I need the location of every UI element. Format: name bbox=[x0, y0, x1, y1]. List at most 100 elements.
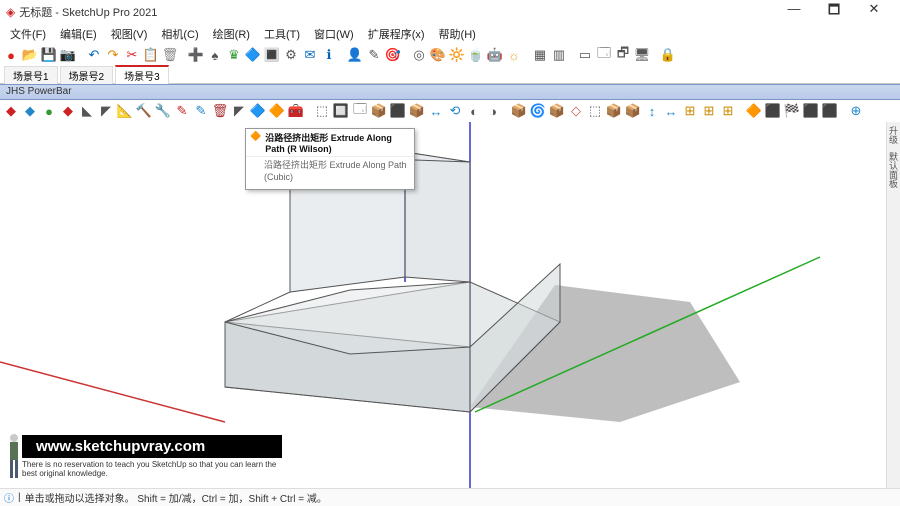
powerbar-button[interactable]: 🗔 bbox=[351, 102, 369, 120]
menu-ext[interactable]: 扩展程序(x) bbox=[362, 25, 431, 43]
toolbar-button[interactable]: 📂 bbox=[21, 46, 39, 64]
toolbar-button[interactable]: ▭ bbox=[576, 46, 594, 64]
toolbar-button[interactable]: ➕ bbox=[187, 46, 205, 64]
toolbar-button[interactable]: 🍵 bbox=[467, 46, 485, 64]
toolbar-button[interactable]: 🎨 bbox=[429, 46, 447, 64]
menu-file[interactable]: 文件(F) bbox=[4, 25, 52, 43]
toolbar-button[interactable]: ↷ bbox=[104, 46, 122, 64]
powerbar-button[interactable]: 🔲 bbox=[332, 102, 350, 120]
powerbar-button[interactable]: ◑ bbox=[484, 102, 502, 120]
powerbar-button[interactable]: 📐 bbox=[116, 102, 134, 120]
scene-tab-3[interactable]: 场景号3 bbox=[115, 65, 169, 84]
toolbar-button[interactable]: 👤 bbox=[346, 46, 364, 64]
watermark-sub: There is no reservation to teach you Ske… bbox=[22, 460, 282, 478]
powerbar-button[interactable]: ⬛ bbox=[802, 102, 820, 120]
powerbar-button[interactable]: ⬚ bbox=[586, 102, 604, 120]
powerbar-button[interactable]: ⬛ bbox=[764, 102, 782, 120]
toolbar-button[interactable]: 📋 bbox=[142, 46, 160, 64]
close-button[interactable]: ✕ bbox=[854, 1, 894, 23]
menu-view[interactable]: 视图(V) bbox=[105, 25, 154, 43]
toolbar-button[interactable]: 📷 bbox=[59, 46, 77, 64]
powerbar-button[interactable]: ✎ bbox=[192, 102, 210, 120]
toolbar-button[interactable]: 🗗 bbox=[614, 46, 632, 64]
powerbar-button[interactable]: 🏁 bbox=[783, 102, 801, 120]
powerbar-button[interactable]: 📦 bbox=[510, 102, 528, 120]
powerbar-button[interactable]: ◆ bbox=[21, 102, 39, 120]
powerbar-button[interactable]: ◐ bbox=[465, 102, 483, 120]
powerbar-button[interactable]: ◤ bbox=[230, 102, 248, 120]
menu-help[interactable]: 帮助(H) bbox=[433, 25, 482, 43]
toolbar-button[interactable]: ▦ bbox=[531, 46, 549, 64]
powerbar-button[interactable]: 🗑 bbox=[211, 102, 229, 120]
powerbar-button[interactable]: ⬛ bbox=[389, 102, 407, 120]
toolbar-button[interactable]: ⚙ bbox=[282, 46, 300, 64]
maximize-button[interactable]: 🗖 bbox=[814, 1, 854, 23]
powerbar-button[interactable]: ◣ bbox=[78, 102, 96, 120]
toolbar-button[interactable]: ☼ bbox=[505, 46, 523, 64]
powerbar-button[interactable]: ◆ bbox=[59, 102, 77, 120]
menu-bar: 文件(F) 编辑(E) 视图(V) 相机(C) 绘图(R) 工具(T) 窗口(W… bbox=[0, 24, 900, 44]
powerbar-button[interactable]: ⊞ bbox=[681, 102, 699, 120]
toolbar-button[interactable]: 💾 bbox=[40, 46, 58, 64]
toolbar-button[interactable]: ● bbox=[2, 46, 20, 64]
scene-tab-2[interactable]: 场景号2 bbox=[60, 66, 114, 84]
powerbar-button[interactable]: 🔧 bbox=[154, 102, 172, 120]
title-bar: ◈ 无标题 - SketchUp Pro 2021 — 🗖 ✕ bbox=[0, 0, 900, 24]
powerbar-button[interactable]: 🔨 bbox=[135, 102, 153, 120]
toolbar-button[interactable]: ◎ bbox=[410, 46, 428, 64]
powerbar-button[interactable]: ◇ bbox=[567, 102, 585, 120]
toolbar-button[interactable]: 🤖 bbox=[486, 46, 504, 64]
powerbar-button[interactable]: ↔ bbox=[662, 102, 680, 120]
minimize-button[interactable]: — bbox=[774, 1, 814, 23]
powerbar-button[interactable]: ↔ bbox=[427, 102, 445, 120]
powerbar-button[interactable]: 📦 bbox=[624, 102, 642, 120]
powerbar-button[interactable]: ⟲ bbox=[446, 102, 464, 120]
powerbar-button[interactable]: 📦 bbox=[408, 102, 426, 120]
menu-draw[interactable]: 绘图(R) bbox=[207, 25, 256, 43]
powerbar-button[interactable]: 🧰 bbox=[287, 102, 305, 120]
powerbar-button[interactable]: 🔷 bbox=[249, 102, 267, 120]
toolbar-button[interactable]: ↶ bbox=[85, 46, 103, 64]
toolbar-button[interactable]: ✂ bbox=[123, 46, 141, 64]
toolbar-button[interactable]: 🖥 bbox=[633, 46, 651, 64]
viewport[interactable]: 🔶 沿路径挤出矩形 Extrude Along Path (R Wilson) … bbox=[0, 122, 886, 488]
powerbar-button[interactable]: ⊕ bbox=[847, 102, 865, 120]
powerbar-button[interactable]: ⬚ bbox=[313, 102, 331, 120]
toolbar-button[interactable]: 🔷 bbox=[244, 46, 262, 64]
toolbar-button[interactable]: 🔳 bbox=[263, 46, 281, 64]
powerbar-button[interactable]: 🔶 bbox=[745, 102, 763, 120]
powerbar-button[interactable]: ◤ bbox=[97, 102, 115, 120]
menu-edit[interactable]: 编辑(E) bbox=[54, 25, 103, 43]
powerbar-button[interactable]: 📦 bbox=[605, 102, 623, 120]
menu-tools[interactable]: 工具(T) bbox=[258, 25, 306, 43]
toolbar-button[interactable]: 🎯 bbox=[384, 46, 402, 64]
menu-camera[interactable]: 相机(C) bbox=[155, 25, 204, 43]
scene-tab-1[interactable]: 场景号1 bbox=[4, 66, 58, 84]
tray-tab-upgrade[interactable]: 升级 bbox=[887, 126, 900, 144]
toolbar-button[interactable]: ▥ bbox=[550, 46, 568, 64]
toolbar-button[interactable]: ✎ bbox=[365, 46, 383, 64]
powerbar-button[interactable]: ● bbox=[40, 102, 58, 120]
toolbar-button[interactable]: ♠ bbox=[206, 46, 224, 64]
powerbar-button[interactable]: ⊞ bbox=[719, 102, 737, 120]
toolbar-button[interactable]: ✉ bbox=[301, 46, 319, 64]
toolbar-button[interactable]: 🗑 bbox=[161, 46, 179, 64]
toolbar-button[interactable]: 🔆 bbox=[448, 46, 466, 64]
powerbar-button[interactable]: ✎ bbox=[173, 102, 191, 120]
powerbar-button[interactable]: 🔶 bbox=[268, 102, 286, 120]
toolbar-button[interactable]: ♛ bbox=[225, 46, 243, 64]
menu-window[interactable]: 窗口(W) bbox=[308, 25, 360, 43]
toolbar-button[interactable]: 🗔 bbox=[595, 46, 613, 64]
powerbar-button[interactable]: ⬛ bbox=[821, 102, 839, 120]
powerbar-button[interactable]: ◆ bbox=[2, 102, 20, 120]
powerbar-button[interactable]: ⊞ bbox=[700, 102, 718, 120]
tray-tab-default[interactable]: 默认面板 bbox=[887, 152, 900, 188]
powerbar-button[interactable]: ↕ bbox=[643, 102, 661, 120]
toolbar-button[interactable]: 🔒 bbox=[659, 46, 677, 64]
powerbar-button[interactable]: 📦 bbox=[548, 102, 566, 120]
powerbar-button[interactable]: 🌀 bbox=[529, 102, 547, 120]
tooltip-title: 沿路径挤出矩形 Extrude Along Path (R Wilson) bbox=[265, 131, 410, 154]
powerbar-button[interactable]: 📦 bbox=[370, 102, 388, 120]
extrude-icon: 🔶 bbox=[250, 131, 261, 154]
toolbar-button[interactable]: ℹ bbox=[320, 46, 338, 64]
